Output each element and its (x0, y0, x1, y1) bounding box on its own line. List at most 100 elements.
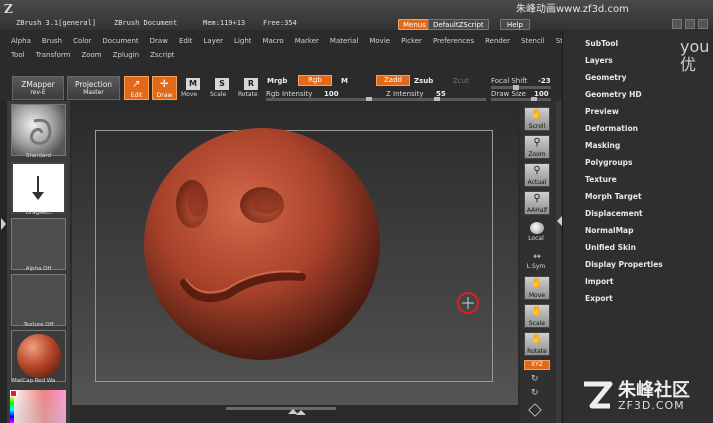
zmapper-button[interactable]: ZMapper rev-E (12, 76, 64, 100)
menu-preferences[interactable]: Preferences (433, 37, 474, 45)
menu-macro[interactable]: Macro (263, 37, 284, 45)
aahalf-button[interactable]: ⚲ AAHalf (524, 191, 550, 215)
palette-display-properties[interactable]: Display Properties (585, 260, 663, 269)
palette-normalmap[interactable]: NormalMap (585, 226, 633, 235)
texture-label: Texture Off (23, 322, 54, 328)
minimize-button[interactable] (672, 19, 682, 29)
palette-texture[interactable]: Texture (585, 175, 617, 184)
tool-palette: SubTool Layers Geometry Geometry HD Preview D… (562, 31, 713, 423)
zadd-toggle[interactable]: Zadd (376, 75, 410, 86)
scale-view-label: Scale (528, 320, 546, 327)
default-zscript-button[interactable]: DefaultZScript (428, 19, 489, 30)
rgb-toggle[interactable]: Rgb (298, 75, 332, 86)
canvas-horizontal-scrollbar[interactable] (226, 407, 336, 410)
menu-stencil[interactable]: Stencil (521, 37, 545, 45)
brush-label: Standard (25, 153, 52, 159)
edit-icon: ↗ (132, 79, 141, 90)
menu-document[interactable]: Document (102, 37, 138, 45)
lsym-icon[interactable]: ↔ (530, 252, 544, 262)
memory-readout: Mem:119+13 (203, 19, 246, 27)
free-memory-readout: Free:354 (263, 19, 297, 27)
expand-bottom-icon[interactable] (296, 410, 306, 415)
xyz-toggle[interactable]: XYZ (524, 360, 550, 370)
menu-marker[interactable]: Marker (295, 37, 319, 45)
right-scroll-strip[interactable] (556, 101, 561, 423)
menu-edit[interactable]: Edit (179, 37, 193, 45)
menu-layer[interactable]: Layer (204, 37, 224, 45)
actual-size-icon: ⚲ (533, 165, 541, 176)
focal-shift-label: Focal Shift (491, 77, 528, 85)
menu-picker[interactable]: Picker (401, 37, 422, 45)
color-picker[interactable] (11, 390, 66, 423)
zcut-toggle[interactable]: Zcut (453, 77, 469, 85)
palette-masking[interactable]: Masking (585, 141, 620, 150)
scale-icon[interactable]: S (215, 78, 229, 90)
menus-button[interactable]: Menus (398, 19, 431, 30)
title-bar: Z 朱峰动画www.zf3d.com ZBrush 3.1[general] Z… (0, 0, 713, 30)
sculpt-viewport[interactable] (72, 101, 518, 405)
help-button[interactable]: Help (500, 19, 530, 30)
menu-zoom[interactable]: Zoom (81, 51, 101, 59)
material-thumbnail[interactable] (11, 330, 66, 382)
edit-button[interactable]: ↗ Edit (124, 76, 149, 100)
zsub-toggle[interactable]: Zsub (414, 77, 433, 85)
lsym-label: L.Sym (526, 263, 546, 270)
alpha-label: Alpha Off (25, 266, 52, 272)
draw-button[interactable]: ✛ Draw (152, 76, 177, 100)
left-scroll-strip[interactable] (0, 101, 7, 423)
palette-polygroups[interactable]: Polygroups (585, 158, 633, 167)
draw-label: Draw (156, 92, 173, 99)
scale-view-button[interactable]: ✋ Scale (524, 304, 550, 328)
menu-material[interactable]: Material (330, 37, 358, 45)
rotate-z-icon[interactable]: ↻ (531, 388, 539, 398)
palette-geometry[interactable]: Geometry (585, 73, 626, 82)
palette-morph-target[interactable]: Morph Target (585, 192, 642, 201)
menu-draw[interactable]: Draw (150, 37, 168, 45)
palette-export[interactable]: Export (585, 294, 613, 303)
m-toggle[interactable]: M (341, 77, 348, 85)
brush-cursor-icon (457, 292, 479, 314)
scroll-button[interactable]: ✋ Scroll (524, 107, 550, 131)
menu-tool[interactable]: Tool (11, 51, 25, 59)
close-button[interactable] (698, 19, 708, 29)
local-icon[interactable] (530, 222, 544, 234)
rotate-view-button[interactable]: ✋ Rotate (524, 332, 550, 356)
stroke-thumbnail[interactable] (11, 162, 66, 214)
palette-deformation[interactable]: Deformation (585, 124, 638, 133)
move-view-button[interactable]: ✋ Move (524, 276, 550, 300)
menu-brush[interactable]: Brush (42, 37, 62, 45)
rotate-icon[interactable]: R (244, 78, 258, 90)
actual-button[interactable]: ⚲ Actual (524, 163, 550, 187)
menu-zplugin[interactable]: Zplugin (113, 51, 139, 59)
move-icon[interactable]: M (186, 78, 200, 90)
projection-master-button[interactable]: Projection Master (67, 76, 120, 100)
menu-color[interactable]: Color (73, 37, 91, 45)
menu-transform[interactable]: Transform (36, 51, 71, 59)
palette-preview[interactable]: Preview (585, 107, 619, 116)
menu-alpha[interactable]: Alpha (11, 37, 31, 45)
palette-layers[interactable]: Layers (585, 56, 613, 65)
palette-subtool[interactable]: SubTool (585, 39, 618, 48)
palette-displacement[interactable]: Displacement (585, 209, 643, 218)
mrgb-toggle[interactable]: Mrgb (267, 77, 287, 85)
alpha-thumbnail[interactable] (11, 218, 66, 270)
sphere-model[interactable] (144, 128, 380, 360)
texture-thumbnail[interactable] (11, 274, 66, 326)
menu-zscript[interactable]: Zscript (150, 51, 174, 59)
menu-movie[interactable]: Movie (369, 37, 390, 45)
palette-geometry-hd[interactable]: Geometry HD (585, 90, 642, 99)
menu-light[interactable]: Light (234, 37, 251, 45)
actual-label: Actual (527, 179, 547, 186)
edit-label: Edit (130, 92, 143, 99)
brush-thumbnail[interactable] (11, 104, 66, 156)
maximize-button[interactable] (685, 19, 695, 29)
rotate-y-icon[interactable]: ↻ (531, 374, 539, 384)
zoom-button[interactable]: ⚲ Zoom (524, 135, 550, 159)
menu-render[interactable]: Render (485, 37, 510, 45)
hand-move-icon: ✋ (530, 278, 544, 289)
focal-shift-slider[interactable] (491, 85, 551, 90)
palette-import[interactable]: Import (585, 277, 613, 286)
palette-unified-skin[interactable]: Unified Skin (585, 243, 636, 252)
main-color-swatch[interactable] (10, 390, 17, 397)
aahalf-icon: ⚲ (533, 193, 541, 204)
